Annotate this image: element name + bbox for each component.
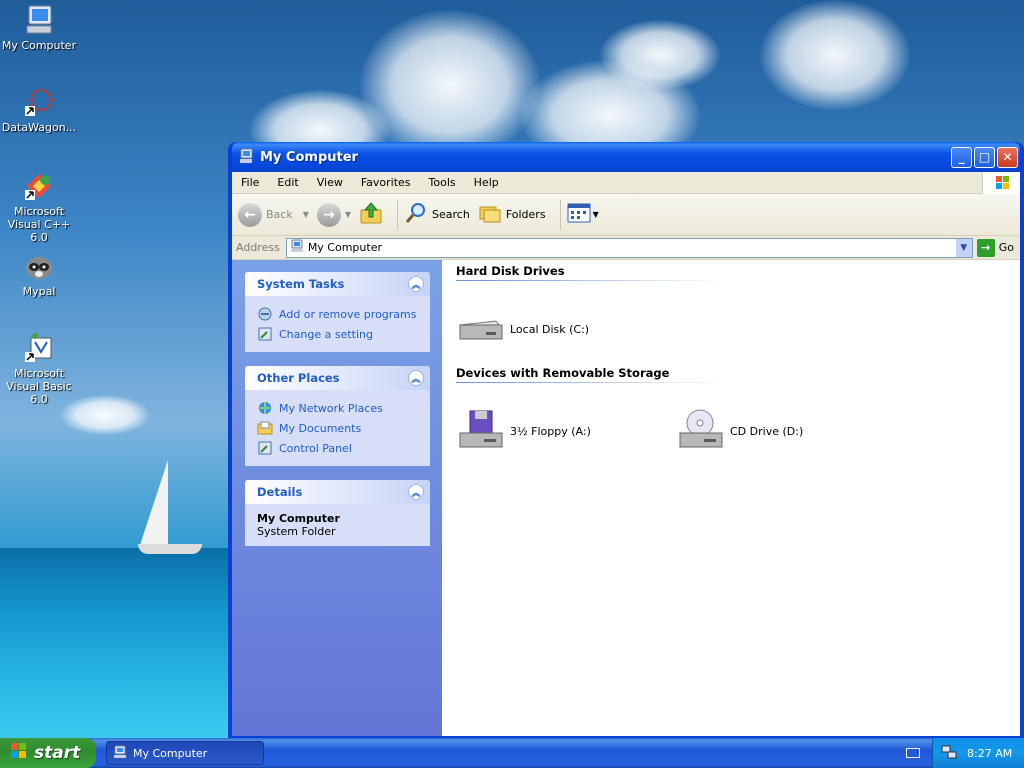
minimize-button[interactable]: _ xyxy=(951,146,972,168)
menu-tools[interactable]: Tools xyxy=(420,176,465,189)
task-pane: System Tasks ︽ Add or remove programs Ch… xyxy=(232,260,442,736)
details-panel: Details ︽ My Computer System Folder xyxy=(245,480,430,546)
keyboard-icon[interactable] xyxy=(906,748,920,758)
my-documents-link[interactable]: My Documents xyxy=(257,418,430,438)
control-panel-icon xyxy=(257,440,273,456)
minimize-icon: _ xyxy=(958,150,965,164)
explorer-window: My Computer _ □ ✕ File Edit View Favorit… xyxy=(228,142,1024,738)
title-bar[interactable]: My Computer _ □ ✕ xyxy=(232,142,1020,172)
folders-button[interactable]: Folders xyxy=(478,201,546,228)
windows-flag-icon xyxy=(982,171,1020,194)
collapse-icon[interactable]: ︽ xyxy=(408,370,424,386)
sailboat xyxy=(140,460,168,545)
system-tasks-panel: System Tasks ︽ Add or remove programs Ch… xyxy=(245,272,430,352)
forward-button[interactable]: → ▼ xyxy=(316,202,351,227)
menu-favorites[interactable]: Favorites xyxy=(352,176,420,189)
visual-basic-icon xyxy=(23,332,55,364)
folder-up-icon xyxy=(359,201,383,228)
desktop-icon-visual-basic[interactable]: Microsoft Visual Basic 6.0 xyxy=(0,332,78,406)
desktop-icon-datawagon[interactable]: DataWagon... xyxy=(0,86,78,134)
forward-dropdown-icon[interactable]: ▼ xyxy=(345,210,351,219)
menu-view[interactable]: View xyxy=(308,176,352,189)
change-setting-link[interactable]: Change a setting xyxy=(257,324,430,344)
views-icon xyxy=(567,202,593,227)
group-header-hard-disk: Hard Disk Drives xyxy=(456,264,724,282)
address-input[interactable]: My Computer ▼ xyxy=(285,237,973,258)
computer-icon xyxy=(23,4,55,36)
system-tasks-header[interactable]: System Tasks ︽ xyxy=(245,272,430,296)
taskbar-button-my-computer[interactable]: My Computer xyxy=(106,741,264,765)
close-icon: ✕ xyxy=(1002,150,1013,164)
go-arrow-icon: → xyxy=(976,238,995,257)
details-type: System Folder xyxy=(257,525,336,538)
taskbar: start My Computer 8:27 AM xyxy=(0,738,1024,768)
my-network-places-link[interactable]: My Network Places xyxy=(257,398,430,418)
system-tray: 8:27 AM xyxy=(932,738,1024,768)
search-button[interactable]: Search xyxy=(404,201,470,228)
search-icon xyxy=(404,201,428,228)
group-header-removable: Devices with Removable Storage xyxy=(456,366,726,384)
menu-help[interactable]: Help xyxy=(465,176,508,189)
content-pane: Hard Disk Drives Local Disk (C:) Devices… xyxy=(442,260,1020,736)
clock[interactable]: 8:27 AM xyxy=(967,747,1012,760)
control-panel-link[interactable]: Control Panel xyxy=(257,438,430,458)
up-button[interactable] xyxy=(359,201,383,228)
network-icon[interactable] xyxy=(941,744,957,763)
details-name: My Computer xyxy=(257,512,340,525)
documents-folder-icon xyxy=(257,420,273,436)
network-places-icon xyxy=(257,400,273,416)
folders-icon xyxy=(478,201,502,228)
raccoon-icon xyxy=(23,250,55,282)
window-title: My Computer xyxy=(260,149,358,165)
drive-cd-d[interactable]: CD Drive (D:) xyxy=(676,394,896,468)
views-dropdown-icon: ▼ xyxy=(592,210,599,219)
maximize-icon: □ xyxy=(978,150,991,164)
menu-bar: File Edit View Favorites Tools Help xyxy=(232,171,1020,194)
visual-cpp-icon xyxy=(23,170,55,202)
floppy-drive-icon xyxy=(456,407,504,455)
drive-local-disk-c[interactable]: Local Disk (C:) xyxy=(456,292,676,366)
control-panel-icon xyxy=(257,326,273,342)
datawagon-icon xyxy=(23,86,55,118)
computer-icon xyxy=(113,745,127,762)
toolbar: ← Back ▼ → ▼ Search Folders ▼ xyxy=(232,194,1020,236)
start-button[interactable]: start xyxy=(0,738,96,768)
collapse-icon[interactable]: ︽ xyxy=(408,276,424,292)
drive-floppy-a[interactable]: 3½ Floppy (A:) xyxy=(456,394,676,468)
other-places-header[interactable]: Other Places ︽ xyxy=(245,366,430,390)
views-button[interactable]: ▼ xyxy=(567,202,599,227)
add-remove-programs-link[interactable]: Add or remove programs xyxy=(257,304,430,324)
menu-edit[interactable]: Edit xyxy=(268,176,307,189)
address-bar: Address My Computer ▼ → Go xyxy=(232,236,1020,260)
back-dropdown-icon[interactable]: ▼ xyxy=(303,210,309,219)
desktop-icon-mypal[interactable]: Mypal xyxy=(0,250,78,298)
desktop-icon-my-computer[interactable]: My Computer xyxy=(0,4,78,52)
collapse-icon[interactable]: ︽ xyxy=(408,484,424,500)
computer-icon xyxy=(238,148,254,167)
details-header[interactable]: Details ︽ xyxy=(245,480,430,504)
forward-arrow-icon: → xyxy=(316,202,341,227)
close-button[interactable]: ✕ xyxy=(997,146,1018,168)
back-button[interactable]: ← Back ▼ xyxy=(238,202,309,227)
other-places-panel: Other Places ︽ My Network Places My Docu… xyxy=(245,366,430,466)
chevron-down-icon: ▼ xyxy=(960,242,968,253)
back-arrow-icon: ← xyxy=(238,202,262,227)
menu-file[interactable]: File xyxy=(232,176,268,189)
go-button[interactable]: → Go xyxy=(973,238,1020,257)
cd-drive-icon xyxy=(676,407,724,455)
address-dropdown-button[interactable]: ▼ xyxy=(955,238,972,257)
add-remove-icon xyxy=(257,306,273,322)
windows-logo-icon xyxy=(10,742,28,765)
hard-disk-icon xyxy=(456,305,504,353)
desktop-icon-visual-cpp[interactable]: Microsoft Visual C++ 6.0 xyxy=(0,170,78,244)
computer-icon xyxy=(290,239,304,256)
maximize-button[interactable]: □ xyxy=(974,146,995,168)
